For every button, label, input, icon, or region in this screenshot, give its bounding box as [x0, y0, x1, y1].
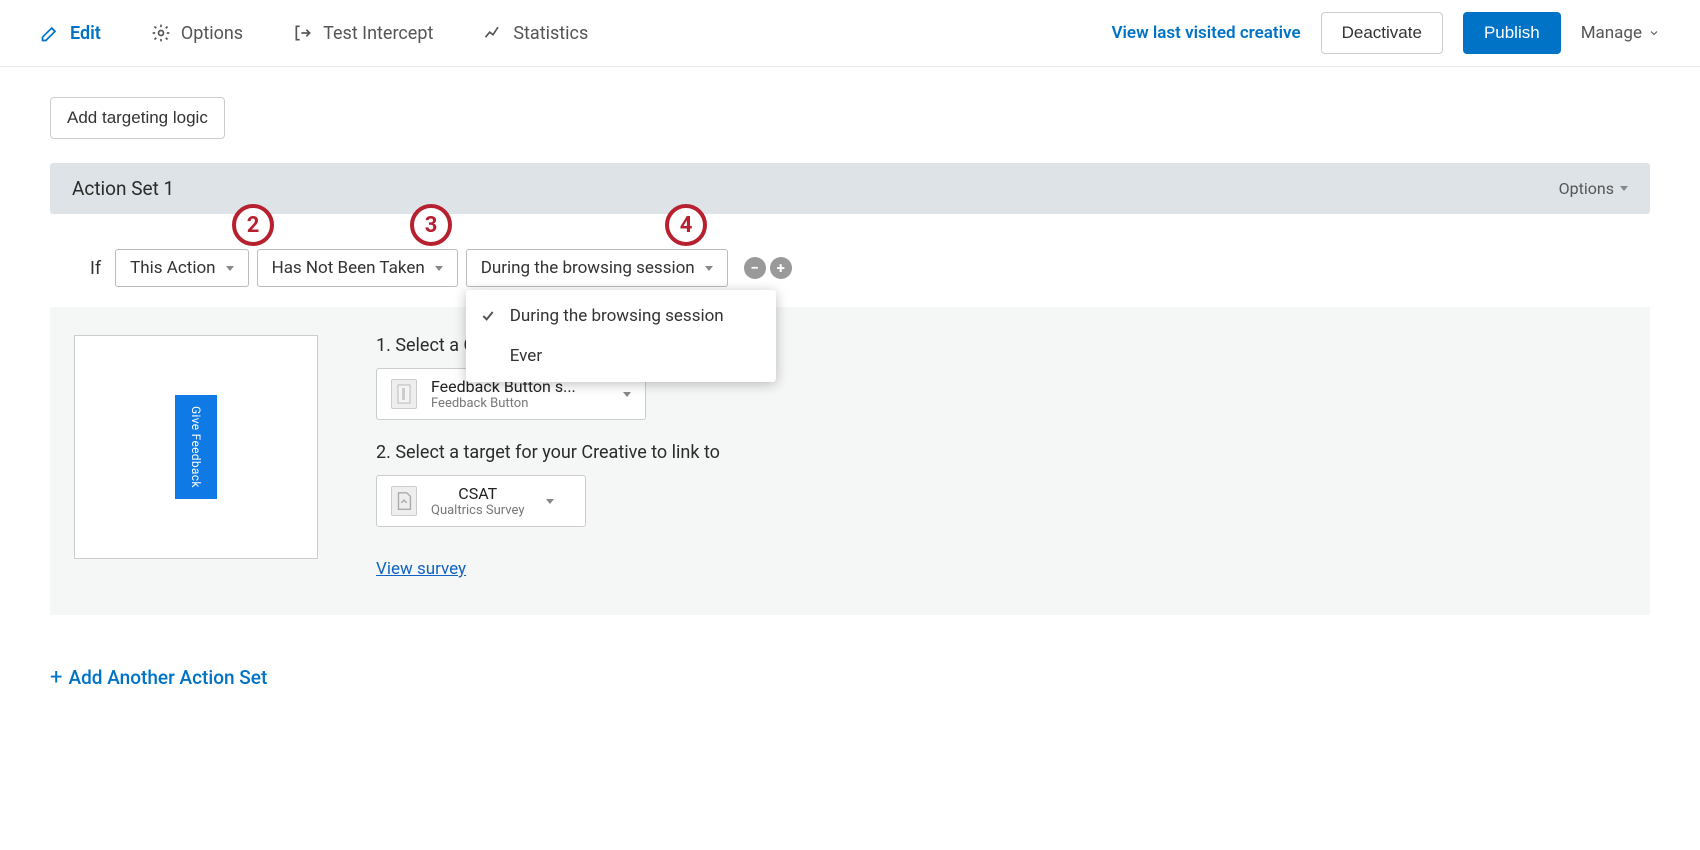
- logic-select-state-value: Has Not Been Taken: [272, 258, 425, 278]
- topbar-tabs: Edit Options Test Intercept Statistics: [40, 23, 1061, 44]
- dropdown-item-ever[interactable]: Ever: [466, 336, 776, 376]
- annotation-4: 4: [665, 204, 707, 246]
- annotation-2: 2: [232, 204, 274, 246]
- pencil-icon: [40, 23, 60, 43]
- feedback-button-preview: Give Feedback: [175, 395, 217, 499]
- manage-label: Manage: [1581, 23, 1642, 43]
- deactivate-button[interactable]: Deactivate: [1321, 12, 1443, 54]
- action-set-options-menu[interactable]: Options: [1559, 179, 1628, 198]
- view-last-creative-link[interactable]: View last visited creative: [1111, 23, 1300, 43]
- logic-select-timeframe-value: During the browsing session: [481, 258, 695, 278]
- logic-select-timeframe[interactable]: During the browsing session During the b…: [466, 249, 728, 287]
- target-type: Qualtrics Survey: [431, 503, 524, 518]
- creative-texts: Feedback Button s... Feedback Button: [431, 377, 576, 411]
- logic-select-state[interactable]: Has Not Been Taken: [257, 249, 458, 287]
- caret-down-icon: [546, 499, 554, 504]
- creative-type: Feedback Button: [431, 396, 576, 411]
- caret-down-icon: [623, 392, 631, 397]
- add-condition-button[interactable]: +: [770, 257, 792, 279]
- tab-test-intercept[interactable]: Test Intercept: [293, 23, 433, 44]
- action-set-options-label: Options: [1559, 179, 1614, 198]
- logic-controls: − +: [744, 257, 792, 279]
- chevron-down-icon: [1648, 27, 1660, 39]
- caret-down-icon: [435, 266, 443, 271]
- tab-statistics[interactable]: Statistics: [483, 23, 588, 44]
- dropdown-item-ever-label: Ever: [510, 346, 542, 366]
- content: Add targeting logic Action Set 1 Options…: [0, 67, 1700, 720]
- logic-select-action[interactable]: This Action: [115, 249, 248, 287]
- action-set-title: Action Set 1: [72, 177, 174, 200]
- dropdown-item-session[interactable]: During the browsing session: [466, 296, 776, 336]
- logic-if-label: If: [90, 258, 101, 279]
- body-panel: Give Feedback 1. Select a Creative to sh…: [50, 307, 1650, 615]
- add-another-action-set[interactable]: + Add Another Action Set: [50, 665, 1650, 690]
- caret-down-icon: [226, 266, 234, 271]
- check-icon: [480, 308, 496, 324]
- step2-label: 2. Select a target for your Creative to …: [376, 442, 1626, 463]
- manage-menu[interactable]: Manage: [1581, 23, 1660, 43]
- creative-preview[interactable]: Give Feedback: [74, 335, 318, 559]
- gear-icon: [151, 23, 171, 43]
- tab-options-label: Options: [181, 23, 243, 44]
- tab-edit-label: Edit: [70, 23, 101, 44]
- tab-options[interactable]: Options: [151, 23, 243, 44]
- add-targeting-logic-button[interactable]: Add targeting logic: [50, 97, 225, 139]
- remove-condition-button[interactable]: −: [744, 257, 766, 279]
- add-another-label: Add Another Action Set: [68, 666, 267, 689]
- action-set-header: Action Set 1 Options: [50, 163, 1650, 214]
- exit-icon: [293, 23, 313, 43]
- tab-stats-label: Statistics: [513, 23, 588, 44]
- trend-icon: [483, 23, 503, 43]
- logic-row-wrap: 2 3 4 If This Action Has Not Been Taken …: [50, 214, 1650, 307]
- target-thumb-icon: [391, 486, 417, 516]
- publish-button[interactable]: Publish: [1463, 12, 1561, 54]
- tab-test-label: Test Intercept: [323, 23, 433, 44]
- dropdown-item-session-label: During the browsing session: [510, 306, 724, 326]
- tab-edit[interactable]: Edit: [40, 23, 101, 44]
- caret-down-icon: [1620, 186, 1628, 191]
- topbar: Edit Options Test Intercept Statistics V…: [0, 0, 1700, 67]
- view-survey-link[interactable]: View survey: [376, 559, 466, 579]
- plus-icon: +: [50, 665, 62, 690]
- target-texts: CSAT Qualtrics Survey: [431, 484, 524, 518]
- target-select[interactable]: CSAT Qualtrics Survey: [376, 475, 586, 527]
- logic-select-action-value: This Action: [130, 258, 215, 278]
- timeframe-dropdown: During the browsing session Ever: [466, 290, 776, 382]
- target-name: CSAT: [431, 484, 524, 503]
- creative-thumb-icon: [391, 379, 417, 409]
- caret-down-icon: [705, 266, 713, 271]
- logic-row: If This Action Has Not Been Taken During…: [90, 249, 1610, 287]
- topbar-right: View last visited creative Deactivate Pu…: [1111, 12, 1660, 54]
- annotation-3: 3: [410, 204, 452, 246]
